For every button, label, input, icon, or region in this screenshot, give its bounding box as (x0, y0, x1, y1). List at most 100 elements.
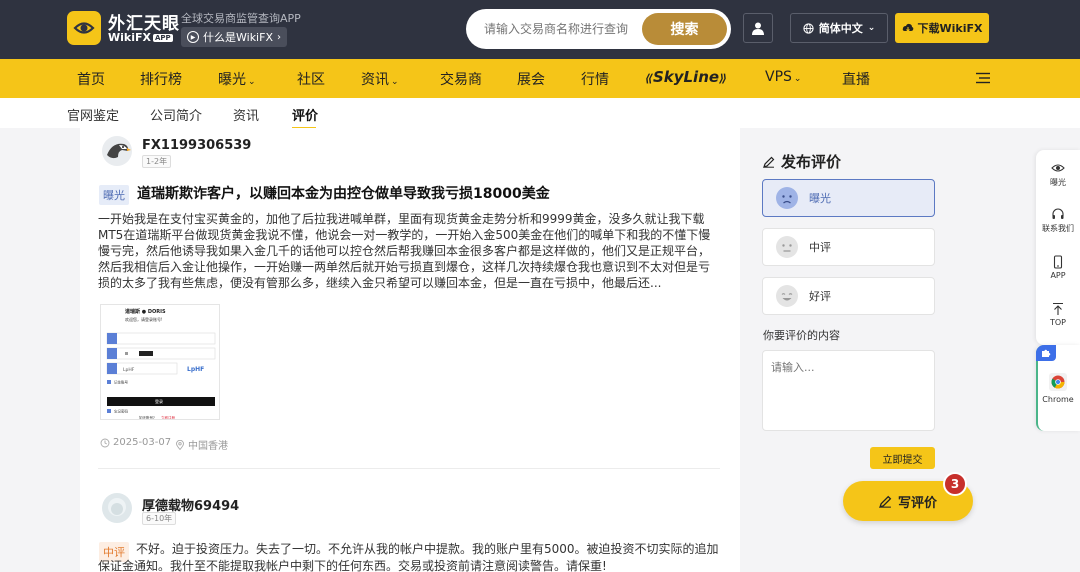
chevron-right-icon: › (276, 31, 281, 43)
chevron-down-icon: ⌄ (867, 23, 876, 33)
download-label: 下载WikiFX (917, 22, 983, 35)
float-item-contact[interactable]: 联系我们 (1036, 207, 1080, 234)
download-wikifx-button[interactable]: 下载WikiFX (895, 13, 989, 43)
panel-title: 发布评价 (763, 151, 841, 172)
review-date-text: 2025-03-07 (113, 437, 172, 448)
user-icon (752, 22, 764, 35)
review-title[interactable]: 道瑞斯欺诈客户，以赚回本金为由控仓做单导致我亏损18000美金 (137, 183, 550, 203)
language-selector[interactable]: 简体中文 ⌄ (790, 13, 888, 43)
logo-app-badge: APP (153, 34, 173, 42)
nav-live[interactable]: 直播 (842, 69, 870, 89)
chrome-logo-icon (1049, 373, 1067, 391)
mobile-phone-icon (1053, 255, 1063, 269)
rating-option-neutral[interactable]: 中评 (762, 228, 935, 266)
nav-market[interactable]: 行情 (581, 69, 609, 89)
review-location-text: 中国香港 (188, 441, 228, 452)
float-item-app[interactable]: APP (1036, 255, 1080, 280)
write-review-label: 写评价 (897, 495, 937, 511)
review-body[interactable]: 不好。迫于投资压力。失去了一切。不允许从我的帐户中提款。我的账户里有5000。被… (98, 541, 720, 572)
nav-rankings[interactable]: 排行榜 (140, 69, 182, 89)
image-register-text: 立即注册 (161, 415, 175, 420)
puzzle-extension-icon[interactable] (1036, 345, 1056, 361)
pencil-icon (763, 156, 775, 168)
nav-vps-label: VPS (765, 69, 792, 85)
rating-option-positive[interactable]: 好评 (762, 277, 935, 315)
chevron-down-icon: ⌄ (391, 77, 399, 87)
skyline-wing-icon: ⟪ (645, 72, 653, 85)
chevron-down-icon: ⌄ (248, 77, 256, 87)
sad-face-icon (776, 187, 798, 209)
review-location: 中国香港 (175, 437, 228, 452)
tab-news[interactable]: 资讯 (233, 105, 259, 124)
user-account-button[interactable] (743, 13, 773, 43)
headset-icon (1052, 208, 1064, 219)
skyline-label: SkyLine (652, 68, 720, 86)
logo-en-label: WikiFX (108, 31, 151, 44)
review-tag-exposure: 曝光 (99, 185, 129, 205)
nav-community[interactable]: 社区 (297, 69, 325, 89)
nav-brokers[interactable]: 交易商 (440, 69, 482, 89)
play-icon: ▶ (187, 31, 199, 43)
nav-exposure[interactable]: 曝光 ⌄ (218, 69, 256, 89)
search-button[interactable]: 搜索 (642, 13, 727, 45)
float-item-label: TOP (1049, 318, 1066, 327)
nav-home[interactable]: 首页 (77, 69, 105, 89)
image-no-account-text: 如无账号? (139, 415, 155, 420)
image-remember-text: 记住账号 (114, 380, 128, 385)
top-header: 外汇天眼 WikiFX APP 全球交易商监管查询APP ▶ 什么是WikiFX … (0, 0, 1080, 59)
search-bar: 搜索 (466, 9, 731, 49)
rating-option-label: 中评 (809, 241, 831, 254)
avatar[interactable] (102, 136, 132, 166)
location-pin-icon (176, 439, 184, 450)
nav-expo[interactable]: 展会 (517, 69, 545, 89)
image-login-text: 登录 (155, 398, 163, 404)
float-item-top[interactable]: TOP (1036, 302, 1080, 327)
search-input[interactable] (484, 19, 644, 39)
nav-news-label: 资讯 (361, 72, 389, 88)
eagle-avatar-icon (102, 136, 132, 166)
nav-skyline[interactable]: ⟪SkyLine⟫ (645, 68, 727, 86)
rating-option-exposure[interactable]: 曝光 (762, 179, 935, 217)
float-item-label: APP (1050, 271, 1066, 280)
submit-review-button[interactable]: 立即提交 (870, 447, 935, 469)
cloud-download-icon (902, 23, 913, 32)
tagline: 全球交易商监管查询APP (181, 12, 301, 25)
hamburger-menu-icon[interactable] (976, 72, 990, 84)
floating-toolbar: 曝光 联系我们 APP TOP (1036, 150, 1080, 345)
review-content-label: 你要评价的内容 (763, 329, 840, 342)
panel-title-text: 发布评价 (781, 153, 842, 171)
review-date: 2025-03-07 (100, 437, 171, 448)
logo-text-en[interactable]: WikiFX APP (108, 31, 173, 44)
user-years-badge: 1-2年 (142, 155, 172, 168)
chrome-label: Chrome (1042, 395, 1074, 404)
tab-website-check[interactable]: 官网鉴定 (67, 105, 119, 124)
review-content-input[interactable] (762, 350, 935, 431)
chevron-down-icon: ⌄ (793, 74, 802, 84)
review-username[interactable]: FX1199306539 (142, 138, 251, 153)
user-years-badge: 6-10年 (142, 512, 177, 525)
avatar[interactable] (102, 493, 132, 523)
float-item-label: 联系我们 (1042, 224, 1074, 233)
pencil-icon (879, 495, 892, 508)
float-item-exposure[interactable]: 曝光 (1036, 161, 1080, 188)
nav-news[interactable]: 资讯 ⌄ (361, 69, 399, 89)
eye-icon (1051, 164, 1065, 172)
image-brand-text: 道瑞斯 ● DORIS (125, 308, 166, 315)
what-is-wikifx-button[interactable]: ▶ 什么是WikiFX › (181, 27, 287, 47)
review-body[interactable]: 一开始我是在支付宝买黄金的，加他了后拉我进喊单群，里面有现货黄金走势分析和999… (98, 211, 720, 291)
broker-subtabs: 官网鉴定 公司简介 资讯 评价 (0, 98, 1080, 129)
image-captcha-code: LpHF (187, 366, 204, 373)
happy-face-icon (776, 285, 798, 307)
notification-count-badge: 3 (943, 472, 967, 496)
tab-reviews[interactable]: 评价 (292, 105, 318, 124)
image-captcha-input-text: LpHF (123, 367, 135, 373)
globe-icon (803, 22, 814, 34)
main-nav: 首页 排行榜 曝光 ⌄ 社区 资讯 ⌄ 交易商 展会 行情 ⟪SkyLine⟫ VP… (0, 59, 1080, 98)
rating-option-label: 曝光 (809, 192, 831, 205)
review-screenshot-image[interactable]: 道瑞斯 ● DORIS 欢迎您，请登录账号! LpHF LpHF 记住账号 登录… (100, 304, 220, 420)
rating-option-label: 好评 (809, 290, 831, 303)
nav-vps[interactable]: VPS ⌄ (765, 69, 801, 85)
what-is-label: 什么是WikiFX (203, 31, 273, 44)
wikifx-logo-icon[interactable] (67, 11, 101, 45)
tab-company-profile[interactable]: 公司简介 (150, 105, 202, 124)
